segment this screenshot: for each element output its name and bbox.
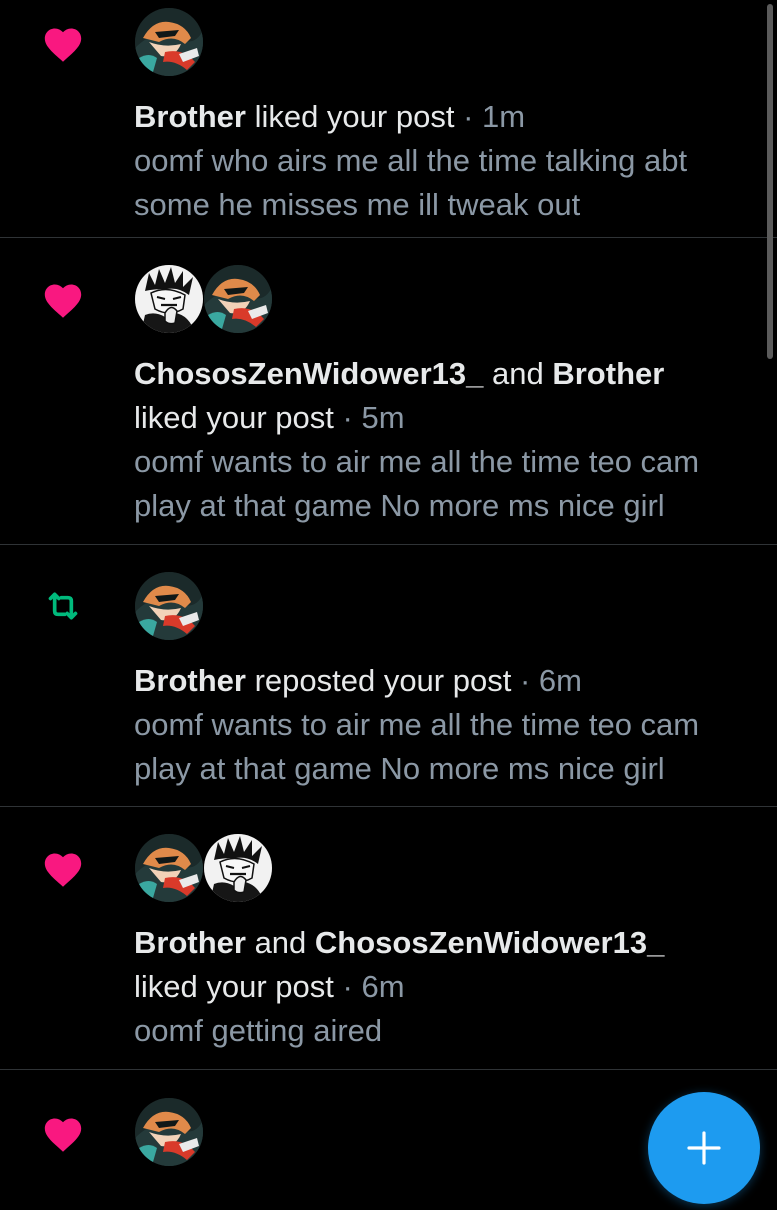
notification-headline: Brother liked your post · 1m bbox=[134, 95, 757, 139]
timestamp: 5m bbox=[361, 400, 405, 435]
notification-text: ChososZenWidower13_ and Brother liked yo… bbox=[134, 352, 757, 528]
plus-icon bbox=[687, 1131, 721, 1165]
avatar[interactable] bbox=[204, 834, 272, 902]
user-name-link[interactable]: Brother bbox=[134, 663, 246, 698]
post-snippet-line: oomf who airs me all the time talking ab… bbox=[134, 143, 688, 178]
action-text: liked your post bbox=[134, 969, 334, 1004]
heart-icon bbox=[40, 276, 86, 322]
repost-icon bbox=[40, 583, 86, 629]
separator-dot: · bbox=[333, 400, 362, 435]
avatar[interactable] bbox=[204, 265, 272, 333]
scrollbar[interactable] bbox=[767, 4, 773, 359]
timestamp: 1m bbox=[482, 99, 526, 134]
notification-headline-cont: liked your post · 6m bbox=[134, 965, 757, 1009]
avatar[interactable] bbox=[135, 834, 203, 902]
user-name-link[interactable]: ChososZenWidower13_ bbox=[134, 356, 483, 391]
timestamp: 6m bbox=[361, 969, 405, 1004]
notifications-feed: Brother liked your post · 1m oomf who ai… bbox=[0, 0, 777, 1210]
avatar[interactable] bbox=[135, 265, 203, 333]
notification-text: Brother and ChososZenWidower13_ liked yo… bbox=[134, 921, 757, 1053]
post-snippet-line: oomf getting aired bbox=[134, 1013, 383, 1048]
notification-item[interactable]: Brother reposted your post · 6m oomf wan… bbox=[0, 545, 777, 807]
notification-item[interactable]: Brother liked your post · 1m oomf who ai… bbox=[0, 0, 777, 238]
avatar-group bbox=[135, 1098, 204, 1166]
user-name-link[interactable]: ChososZenWidower13_ bbox=[315, 925, 664, 960]
separator-dot: · bbox=[454, 99, 483, 134]
avatar[interactable] bbox=[135, 8, 203, 76]
compose-button[interactable] bbox=[648, 1092, 760, 1204]
separator-dot: · bbox=[511, 663, 539, 698]
post-snippet-line: some he misses me ill tweak out bbox=[134, 187, 581, 222]
notification-text: Brother liked your post · 1m oomf who ai… bbox=[134, 95, 757, 227]
notification-item[interactable]: Brother and ChososZenWidower13_ liked yo… bbox=[0, 807, 777, 1070]
notification-headline-cont: liked your post · 5m bbox=[134, 396, 757, 440]
action-text: liked your post bbox=[245, 99, 455, 134]
notification-headline: Brother and ChososZenWidower13_ bbox=[134, 921, 757, 965]
post-snippet-line: oomf wants to air me all the time teo ca… bbox=[134, 444, 700, 479]
avatar-group bbox=[135, 265, 273, 333]
notification-headline: ChososZenWidower13_ and Brother bbox=[134, 352, 757, 396]
avatar-group bbox=[135, 8, 204, 76]
avatar-group bbox=[135, 834, 273, 902]
user-name-link[interactable]: Brother bbox=[134, 925, 246, 960]
heart-icon bbox=[40, 845, 86, 891]
heart-icon bbox=[40, 1110, 86, 1156]
avatar[interactable] bbox=[135, 1098, 203, 1166]
connector-text: and bbox=[483, 356, 553, 391]
post-snippet-line: oomf wants to air me all the time teo ca… bbox=[134, 707, 700, 742]
heart-icon bbox=[40, 20, 86, 66]
user-name-link[interactable]: Brother bbox=[134, 99, 246, 134]
action-text: liked your post bbox=[134, 400, 334, 435]
post-snippet-line: play at that game No more ms nice girl bbox=[134, 751, 665, 786]
notification-text: Brother reposted your post · 6m oomf wan… bbox=[134, 659, 757, 791]
action-text: reposted your post bbox=[245, 663, 512, 698]
separator-dot: · bbox=[333, 969, 362, 1004]
avatar[interactable] bbox=[135, 572, 203, 640]
timestamp: 6m bbox=[538, 663, 582, 698]
connector-text: and bbox=[245, 925, 315, 960]
notification-headline: Brother reposted your post · 6m bbox=[134, 659, 757, 703]
avatar-group bbox=[135, 572, 204, 640]
notification-item[interactable]: ChososZenWidower13_ and Brother liked yo… bbox=[0, 238, 777, 545]
user-name-link[interactable]: Brother bbox=[552, 356, 664, 391]
post-snippet-line: play at that game No more ms nice girl bbox=[134, 488, 665, 523]
